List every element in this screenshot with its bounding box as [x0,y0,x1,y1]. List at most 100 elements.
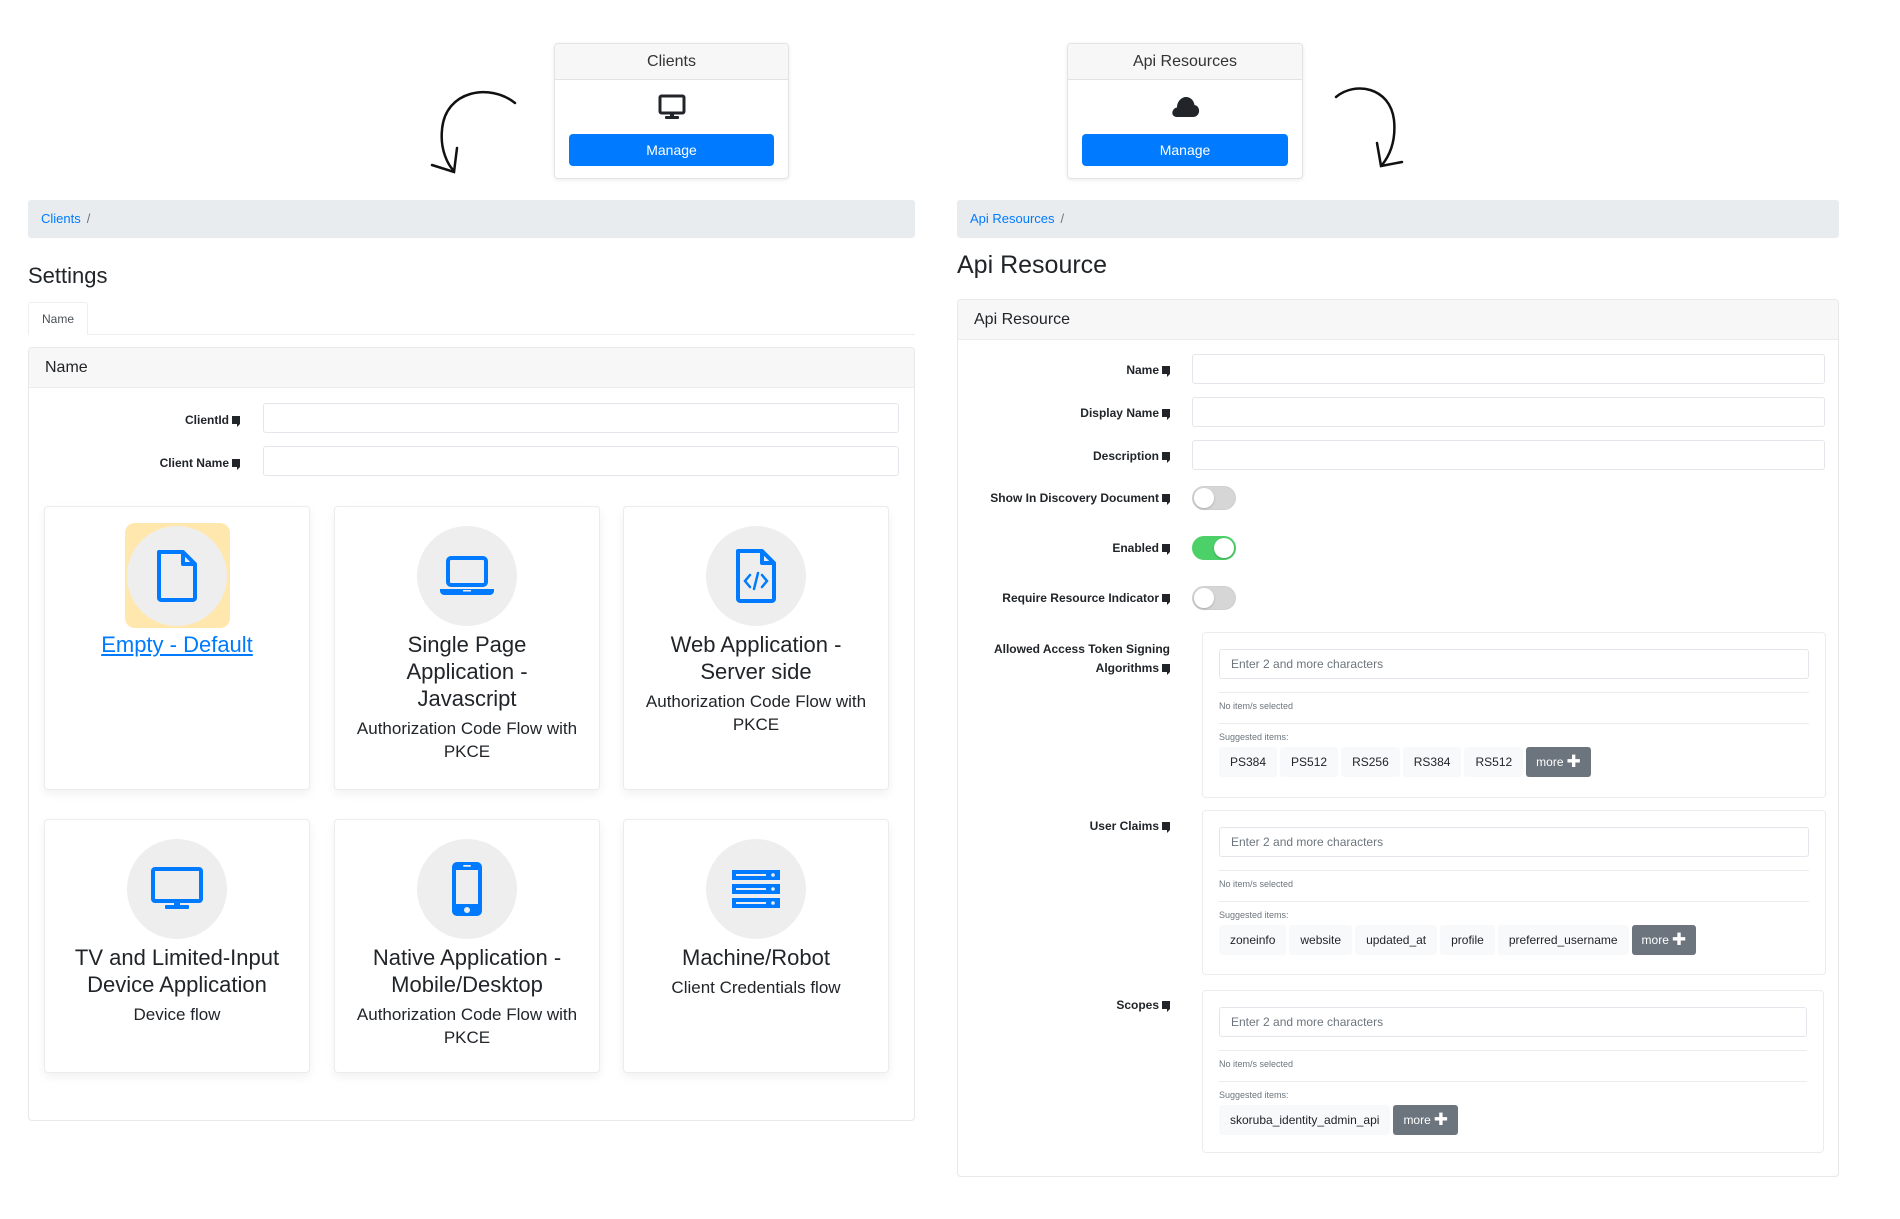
client-type-card-native-app[interactable]: Native Application - Mobile/Desktop Auth… [334,819,600,1073]
selected-items-text: No item/s selected [1219,879,1294,889]
display-name-input[interactable] [1192,397,1825,427]
name-label: Name [980,363,1170,377]
suggested-chip[interactable]: updated_at [1355,925,1438,955]
more-button[interactable]: more ✚ [1631,925,1697,955]
api-resources-breadcrumb: Api Resources / [957,200,1839,238]
show-in-discovery-label: Show In Discovery Document [960,491,1170,505]
comment-icon [1162,452,1170,463]
suggested-chip[interactable]: website [1289,925,1353,955]
tab-name[interactable]: Name [28,302,88,335]
client-type-text: Web Application - Server side Authorizat… [638,631,874,736]
suggested-chip[interactable]: profile [1440,925,1495,955]
client-name-input[interactable] [263,446,899,476]
api-resource-page-title: Api Resource [957,251,1108,279]
enabled-toggle[interactable] [1192,536,1236,560]
suggested-items-label: Suggested items: [1219,732,1289,742]
suggested-chip[interactable]: RS384 [1402,747,1462,777]
client-name-label-text: Client Name [159,456,229,470]
enabled-label: Enabled [960,541,1170,555]
settings-tabs: Name [28,302,915,335]
api-resources-shortcut-card: Api Resources Manage [1067,43,1303,179]
client-type-title: Single Page Application - Javascript [406,632,528,711]
clients-manage-button[interactable]: Manage [569,134,774,166]
comment-icon [1162,822,1170,833]
breadcrumb-link-clients[interactable]: Clients [41,211,81,226]
more-button[interactable]: more ✚ [1526,747,1591,777]
show-in-discovery-toggle[interactable] [1192,486,1236,510]
suggested-chip[interactable]: PS384 [1219,747,1278,777]
icon-circle [417,839,517,939]
comment-icon [1162,594,1170,605]
user-claims-picker: Enter 2 and more characters No item/s se… [1202,810,1826,975]
toggle-knob [1194,488,1214,508]
signing-algorithms-search-input[interactable]: Enter 2 and more characters [1219,649,1809,679]
comment-icon [1162,366,1170,377]
server-icon [732,870,780,908]
clients-card-title: Clients [555,44,788,80]
selected-items-text: No item/s selected [1219,701,1294,711]
divider [1219,723,1809,724]
suggested-chip[interactable]: PS512 [1280,747,1339,777]
clientid-input[interactable] [263,403,899,433]
clientid-label-text: ClientId [185,413,229,427]
api-resources-card-title: Api Resources [1068,44,1302,80]
icon-circle [417,526,517,626]
client-type-card-empty-default[interactable]: Empty - Default [44,506,310,790]
name-input[interactable] [1192,354,1825,384]
api-resources-manage-button[interactable]: Manage [1082,134,1288,166]
suggested-chips: zoneinfo website updated_at profile pref… [1219,925,1697,955]
require-resource-indicator-label: Require Resource Indicator [960,591,1170,605]
suggested-chips: PS384 PS512 RS256 RS384 RS512 more ✚ [1219,747,1591,777]
monitor-icon [151,867,203,909]
scopes-label: Scopes [960,998,1170,1012]
client-type-title[interactable]: Empty - Default [59,631,295,658]
breadcrumb-link-api-resources[interactable]: Api Resources [970,211,1055,226]
comment-icon [1162,1001,1170,1012]
display-name-label-text: Display Name [1080,406,1159,420]
client-type-card-spa[interactable]: Single Page Application - Javascript Aut… [334,506,600,790]
comment-icon [1162,494,1170,505]
client-type-subtitle: Authorization Code Flow with PKCE [645,692,867,734]
name-label-text: Name [1126,363,1159,377]
toggle-knob [1194,588,1214,608]
scopes-picker: Enter 2 and more characters No item/s se… [1202,990,1824,1153]
clients-shortcut-card: Clients Manage [554,43,789,179]
client-type-card-tv-device[interactable]: TV and Limited-Input Device Application … [44,819,310,1073]
icon-circle [127,839,227,939]
more-button[interactable]: more ✚ [1393,1105,1459,1135]
name-panel-header: Name [29,348,914,388]
clients-breadcrumb: Clients / [28,200,915,238]
plus-icon: ✚ [1671,930,1687,949]
client-type-text: Single Page Application - Javascript Aut… [349,631,585,763]
selected-items-text: No item/s selected [1219,1059,1294,1069]
description-label: Description [980,449,1170,463]
suggested-chip[interactable]: RS256 [1341,747,1400,777]
mobile-icon [452,862,482,916]
require-resource-indicator-label-text: Require Resource Indicator [1002,591,1159,605]
more-label: more [1641,933,1669,947]
client-type-title: Machine/Robot [682,945,830,970]
comment-icon [232,416,240,427]
client-type-text: Machine/Robot Client Credentials flow [638,944,874,999]
user-claims-search-input[interactable]: Enter 2 and more characters [1219,827,1809,857]
suggested-chip[interactable]: RS512 [1464,747,1524,777]
scopes-search-input[interactable]: Enter 2 and more characters [1219,1007,1807,1037]
client-type-subtitle: Authorization Code Flow with PKCE [356,1005,578,1047]
signing-algorithms-picker: Enter 2 and more characters No item/s se… [1202,632,1826,798]
client-type-card-machine-robot[interactable]: Machine/Robot Client Credentials flow [623,819,889,1073]
curved-arrow-right-icon [1334,87,1404,168]
suggested-chip[interactable]: skoruba_identity_admin_api [1219,1105,1391,1135]
description-input[interactable] [1192,440,1825,470]
settings-page-title: Settings [28,263,108,288]
laptop-icon [440,556,494,595]
client-type-title: TV and Limited-Input Device Application [74,945,280,997]
client-type-card-web-app[interactable]: Web Application - Server side Authorizat… [623,506,889,790]
require-resource-indicator-toggle[interactable] [1192,586,1236,610]
suggested-chip[interactable]: zoneinfo [1219,925,1287,955]
comment-icon [1162,544,1170,555]
client-type-subtitle: Device flow [133,1005,221,1024]
suggested-chip[interactable]: preferred_username [1497,925,1629,955]
file-code-icon [736,549,776,603]
client-type-title: Native Application - Mobile/Desktop [372,945,562,997]
scopes-label-text: Scopes [1116,998,1159,1012]
